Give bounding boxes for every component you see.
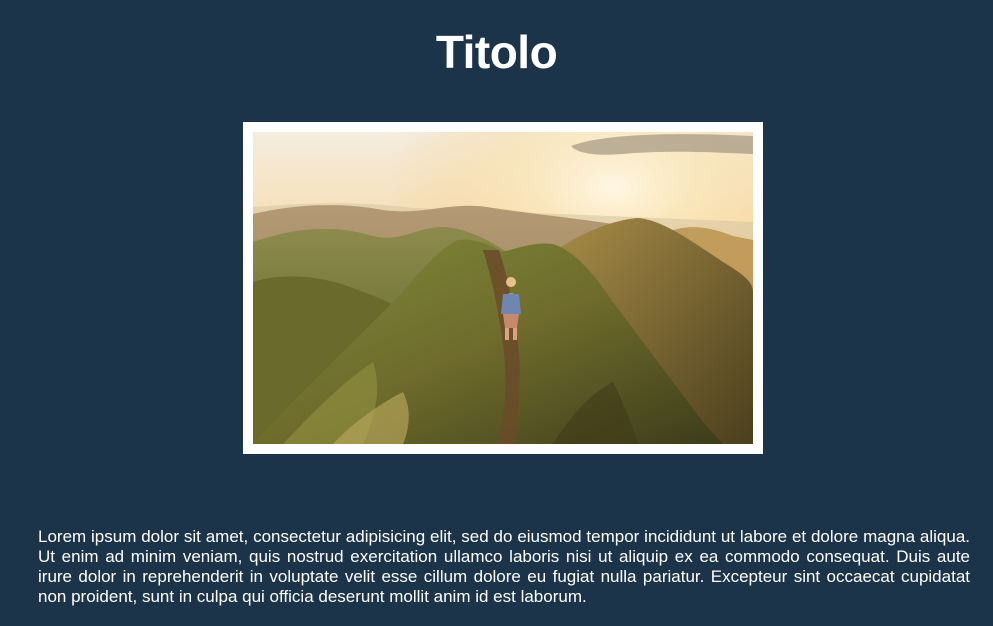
- page: Titolo Lorem ipsum dolor sit amet, conse…: [0, 0, 993, 626]
- photo-frame: [243, 122, 763, 454]
- page-title: Titolo: [435, 26, 558, 78]
- body-text: Lorem ipsum dolor sit amet, consectetur …: [38, 527, 970, 606]
- landscape-photo: [253, 132, 753, 444]
